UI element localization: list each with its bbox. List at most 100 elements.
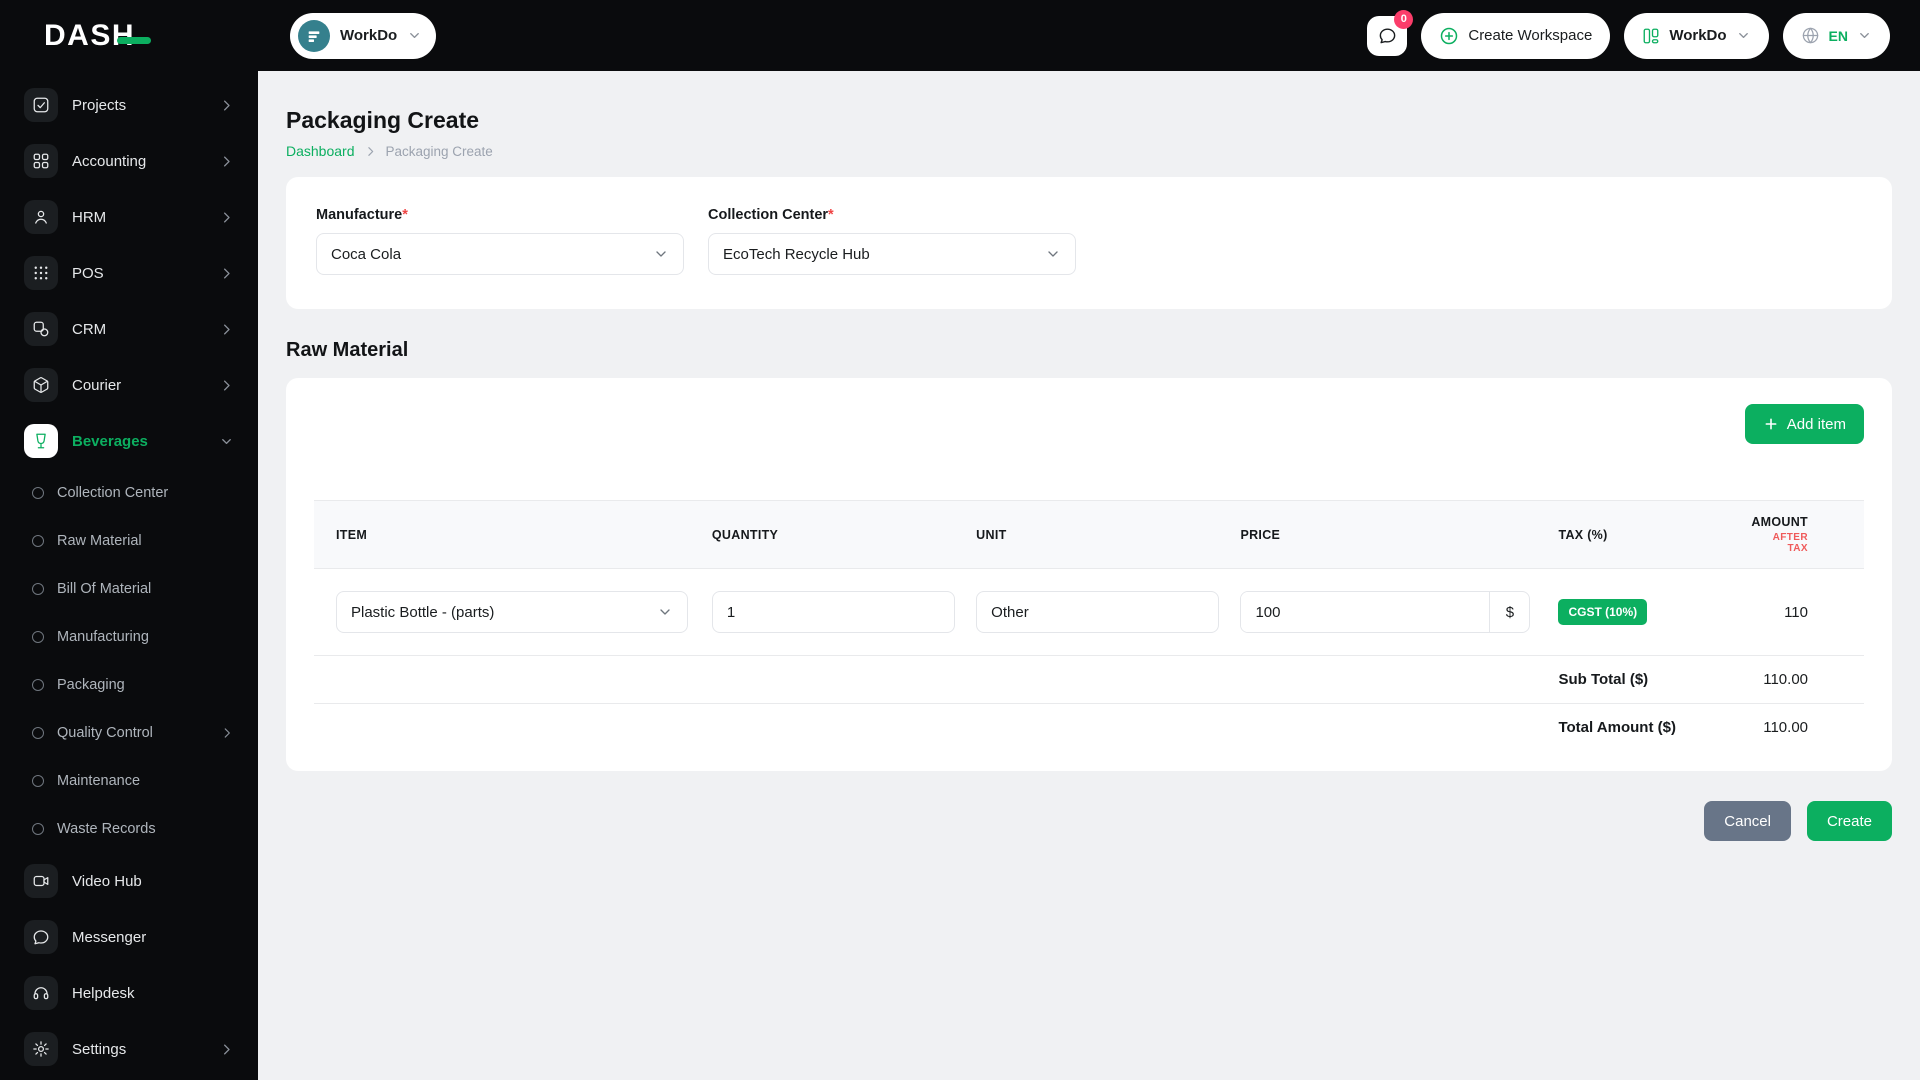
cancel-button[interactable]: Cancel — [1704, 801, 1791, 841]
crm-icon — [24, 312, 58, 346]
workspace-logo-icon — [306, 28, 322, 44]
pos-icon — [24, 256, 58, 290]
circle-bullet-icon — [32, 631, 44, 643]
sidebar-item-settings[interactable]: Settings — [0, 1021, 258, 1077]
circle-bullet-icon — [32, 823, 44, 835]
plus-circle-icon — [1439, 26, 1459, 46]
sidebar-item-maintenance[interactable]: Maintenance — [0, 757, 258, 805]
create-workspace-button[interactable]: Create Workspace — [1421, 13, 1610, 59]
chevron-down-icon — [657, 604, 673, 620]
sidebar-item-waste-records[interactable]: Waste Records — [0, 805, 258, 853]
collection-center-select[interactable]: EcoTech Recycle Hub — [708, 233, 1076, 275]
workspace-menu-label: WorkDo — [1669, 27, 1726, 44]
chevron-down-icon — [1045, 246, 1061, 262]
raw-material-card: Add item ITEM QUANTITY UNIT PRICE TAX (%… — [286, 378, 1892, 771]
create-button[interactable]: Create — [1807, 801, 1892, 841]
packaging-form-card: Manufacture* Coca Cola Collection Center… — [286, 177, 1892, 309]
header-amount-note: AFTER TAX — [1751, 532, 1808, 554]
beverages-submenu: Collection Center Raw Material Bill Of M… — [0, 469, 258, 853]
workspace-avatar — [298, 20, 330, 52]
breadcrumb-separator-icon — [364, 145, 377, 158]
workspace-menu-button[interactable]: WorkDo — [1624, 13, 1768, 59]
header-unit: UNIT — [966, 501, 1230, 569]
beverage-glass-icon — [24, 424, 58, 458]
chevron-down-icon — [219, 434, 234, 449]
sidebar-item-video-hub[interactable]: Video Hub — [0, 853, 258, 909]
form-actions: Cancel Create — [286, 801, 1892, 841]
sidebar-item-accounting[interactable]: Accounting — [0, 133, 258, 189]
quantity-input[interactable] — [712, 591, 955, 633]
messenger-badge: 0 — [1394, 10, 1413, 29]
manufacture-label: Manufacture* — [316, 207, 684, 223]
subtotal-value: 110.00 — [1741, 656, 1864, 704]
headset-icon — [24, 976, 58, 1010]
sidebar-item-packaging[interactable]: Packaging — [0, 661, 258, 709]
total-row: Total Amount ($) 110.00 — [314, 704, 1864, 752]
tax-badge: CGST (10%) — [1558, 599, 1647, 625]
language-label: EN — [1829, 28, 1848, 44]
row-amount: 110 — [1741, 569, 1864, 656]
price-input[interactable] — [1241, 592, 1489, 632]
language-button[interactable]: EN — [1783, 13, 1890, 59]
sidebar-item-projects[interactable]: Projects — [0, 77, 258, 133]
item-select-value: Plastic Bottle - (parts) — [351, 604, 494, 621]
collection-center-select-value: EcoTech Recycle Hub — [723, 246, 870, 263]
manufacture-select[interactable]: Coca Cola — [316, 233, 684, 275]
gear-icon — [24, 1032, 58, 1066]
sidebar-item-crm[interactable]: CRM — [0, 301, 258, 357]
circle-bullet-icon — [32, 775, 44, 787]
chat-icon — [1378, 26, 1397, 45]
sidebar-item-quality-control[interactable]: Quality Control — [0, 709, 258, 757]
sidebar: Projects Accounting HRM POS CRM Cou — [0, 71, 258, 1080]
hrm-icon — [24, 200, 58, 234]
chevron-down-icon — [1857, 28, 1872, 43]
chevron-right-icon — [219, 98, 234, 113]
chevron-right-icon — [220, 726, 234, 740]
item-select[interactable]: Plastic Bottle - (parts) — [336, 591, 688, 633]
price-input-group: $ — [1240, 591, 1530, 633]
chat-bubble-icon — [24, 920, 58, 954]
sidebar-item-messenger[interactable]: Messenger — [0, 909, 258, 965]
workspace-selector[interactable]: WorkDo — [290, 13, 436, 59]
video-camera-icon — [24, 864, 58, 898]
circle-bullet-icon — [32, 679, 44, 691]
sidebar-item-pos[interactable]: POS — [0, 245, 258, 301]
sidebar-item-raw-material[interactable]: Raw Material — [0, 517, 258, 565]
required-asterisk: * — [402, 207, 408, 223]
topbar: DASH WorkDo 0 Create Workspace WorkDo — [0, 0, 1920, 71]
manufacture-select-value: Coca Cola — [331, 246, 401, 263]
messenger-button[interactable]: 0 — [1367, 16, 1407, 56]
accounting-icon — [24, 144, 58, 178]
unit-input[interactable] — [976, 591, 1219, 633]
sidebar-item-hrm[interactable]: HRM — [0, 189, 258, 245]
breadcrumb-dashboard-link[interactable]: Dashboard — [286, 143, 355, 159]
projects-icon — [24, 88, 58, 122]
circle-bullet-icon — [32, 535, 44, 547]
sidebar-item-collection-center[interactable]: Collection Center — [0, 469, 258, 517]
chevron-down-icon — [407, 28, 422, 43]
main-content: Packaging Create Dashboard Packaging Cre… — [258, 71, 1920, 1080]
sidebar-item-bill-of-material[interactable]: Bill Of Material — [0, 565, 258, 613]
app-logo[interactable]: DASH — [44, 19, 135, 53]
sidebar-item-helpdesk[interactable]: Helpdesk — [0, 965, 258, 1021]
header-amount: AMOUNT AFTER TAX — [1741, 501, 1864, 569]
subtotal-row: Sub Total ($) 110.00 — [314, 656, 1864, 704]
package-icon — [24, 368, 58, 402]
chevron-right-icon — [219, 210, 234, 225]
add-item-button[interactable]: Add item — [1745, 404, 1864, 444]
collection-center-label: Collection Center* — [708, 207, 1076, 223]
collection-center-field: Collection Center* EcoTech Recycle Hub — [708, 207, 1076, 275]
subtotal-label: Sub Total ($) — [1530, 656, 1741, 704]
create-workspace-label: Create Workspace — [1468, 27, 1592, 44]
sidebar-item-courier[interactable]: Courier — [0, 357, 258, 413]
add-item-label: Add item — [1787, 416, 1846, 433]
header-quantity: QUANTITY — [702, 501, 966, 569]
circle-bullet-icon — [32, 487, 44, 499]
chevron-down-icon — [653, 246, 669, 262]
chevron-down-icon — [1736, 28, 1751, 43]
topbar-actions: 0 Create Workspace WorkDo EN — [1367, 13, 1920, 59]
sidebar-item-beverages[interactable]: Beverages — [0, 413, 258, 469]
sidebar-item-manufacturing[interactable]: Manufacturing — [0, 613, 258, 661]
circle-bullet-icon — [32, 727, 44, 739]
breadcrumb-current: Packaging Create — [386, 144, 493, 159]
